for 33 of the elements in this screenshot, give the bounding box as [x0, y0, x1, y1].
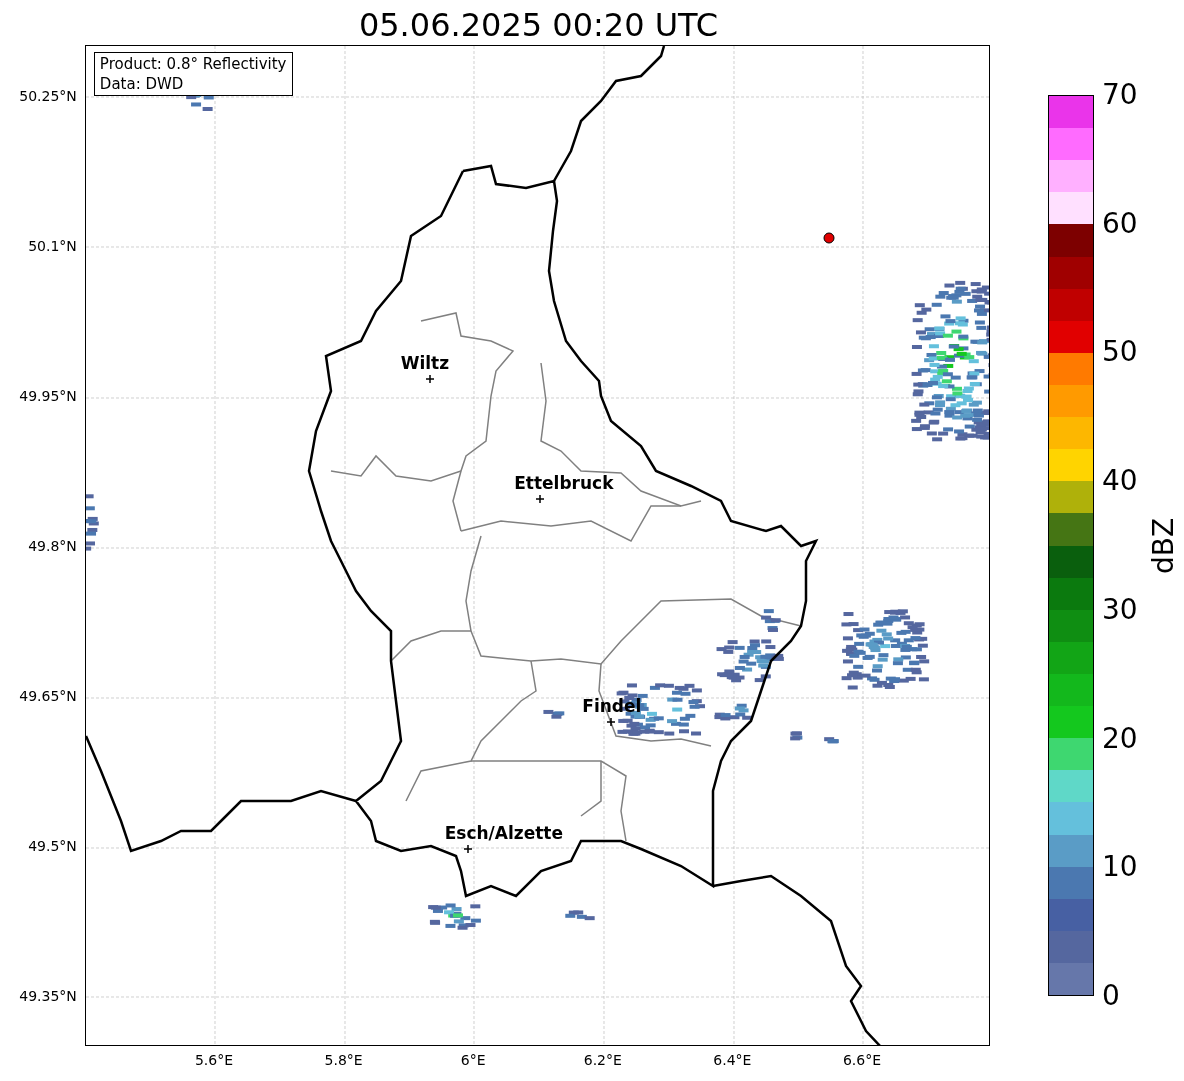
info-text: Data: DWD: [99, 74, 185, 94]
city-marker-icon: [463, 845, 472, 853]
colorbar-tick-label: 30: [1102, 593, 1138, 626]
longitude-label: 6.2°E: [583, 1052, 622, 1068]
city-marker-icon: [425, 375, 434, 383]
colorbar-tick-label: 40: [1102, 465, 1138, 498]
colorbar-tick-label: 10: [1102, 851, 1138, 884]
colorbar-tick-label: 20: [1102, 722, 1138, 755]
info-text: Product: 0.8° Reflectivity: [99, 54, 287, 74]
latitude-label: 49.65°N: [19, 688, 77, 704]
latitude-label: 50.25°N: [19, 88, 77, 104]
city-label: Esch/Alzette: [444, 823, 563, 843]
longitude-label: 5.6°E: [194, 1052, 234, 1068]
chart-title: 05.06.2025 00:20 UTC: [358, 5, 719, 45]
colorbar-tick-label: 0: [1102, 980, 1120, 1012]
latitude-label: 49.5°N: [28, 838, 77, 854]
longitude-label: 6.4°E: [713, 1052, 752, 1068]
latitude-label: 49.35°N: [19, 988, 77, 1004]
colorbar-tick-label: 60: [1102, 207, 1138, 240]
colorbar-tick-label: 50: [1102, 336, 1138, 369]
longitude-label: 5.8°E: [324, 1052, 363, 1068]
longitude-label: 6.6°E: [842, 1052, 882, 1068]
latitude-label: 50.1°N: [28, 238, 77, 254]
colorbar-label: dBZ: [1148, 517, 1180, 574]
city-label: Ettelbruck: [514, 473, 614, 493]
radar-site-marker: [822, 232, 835, 244]
city-marker-icon: [535, 495, 544, 503]
latitude-label: 49.8°N: [28, 538, 77, 554]
city-label: Wiltz: [400, 353, 450, 373]
city-marker-icon: [606, 718, 615, 726]
latitude-label: 49.95°N: [19, 388, 77, 404]
colorbar-tick-label: 70: [1102, 79, 1138, 111]
longitude-label: 6°E: [460, 1052, 486, 1068]
